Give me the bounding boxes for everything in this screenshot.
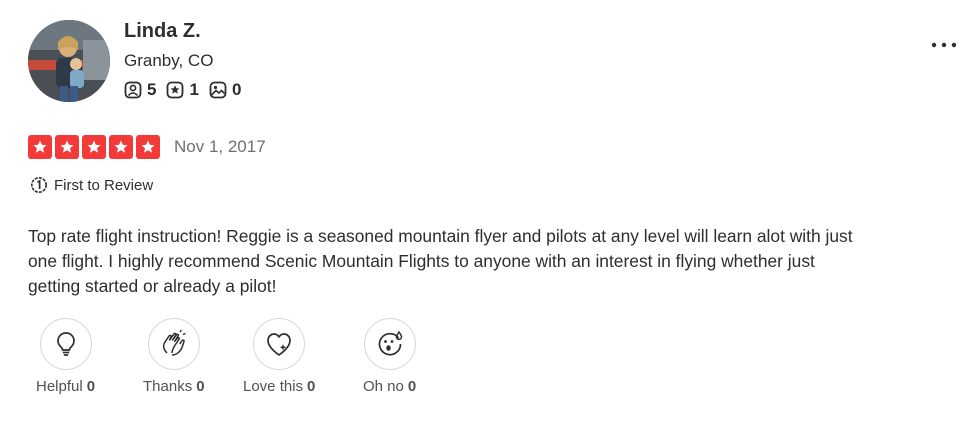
helpful-circle[interactable] bbox=[39, 318, 92, 370]
love-this-count: 0 bbox=[307, 378, 316, 395]
thanks-button[interactable]: Thanks 0 bbox=[143, 318, 205, 395]
user-location: Granby, CO bbox=[124, 51, 214, 70]
review-star-icon bbox=[167, 81, 184, 99]
love-this-text: Love this bbox=[243, 378, 304, 395]
first-review-icon bbox=[31, 177, 47, 193]
thanks-text: Thanks bbox=[143, 378, 193, 395]
star-rating bbox=[28, 135, 163, 159]
friends-stat: 5 bbox=[124, 80, 156, 100]
oh-no-text: Oh no bbox=[363, 378, 404, 395]
friends-count: 5 bbox=[147, 80, 157, 99]
oh-no-label: Oh no 0 bbox=[363, 378, 416, 395]
review-date: Nov 1, 2017 bbox=[174, 137, 266, 156]
photo-icon bbox=[209, 81, 227, 99]
rating-star bbox=[28, 135, 52, 159]
photos-stat: 0 bbox=[209, 80, 241, 100]
helpful-button[interactable]: Helpful 0 bbox=[36, 318, 95, 395]
oh-no-count: 0 bbox=[407, 378, 417, 395]
heart-icon bbox=[267, 333, 292, 356]
rating-star bbox=[82, 135, 106, 159]
oh-no-circle[interactable] bbox=[363, 318, 416, 370]
review-text: Top rate flight instruction! Reggie is a… bbox=[28, 226, 853, 296]
reviews-count: 1 bbox=[189, 80, 199, 99]
badge-label: First to Review bbox=[54, 176, 154, 194]
more-options-button[interactable] bbox=[924, 32, 964, 56]
user-avatar[interactable] bbox=[28, 20, 110, 102]
user-name[interactable]: Linda Z. bbox=[124, 20, 201, 43]
first-to-review-badge: First to Review bbox=[30, 176, 153, 194]
thanks-count: 0 bbox=[196, 378, 205, 395]
helpful-text: Helpful bbox=[36, 378, 83, 395]
photos-count: 0 bbox=[231, 80, 242, 99]
love-this-button[interactable]: Love this 0 bbox=[243, 318, 315, 395]
rating-star bbox=[109, 135, 133, 159]
thanks-label: Thanks 0 bbox=[143, 378, 205, 395]
surprised-face-icon bbox=[378, 330, 402, 356]
friends-icon bbox=[124, 81, 142, 99]
clapping-hands-icon bbox=[162, 329, 186, 356]
reviews-stat: 1 bbox=[166, 80, 199, 100]
love-this-circle[interactable] bbox=[253, 318, 306, 370]
helpful-label: Helpful 0 bbox=[36, 378, 95, 395]
rating-star bbox=[136, 135, 160, 159]
more-dots-icon bbox=[931, 42, 957, 48]
oh-no-button[interactable]: Oh no 0 bbox=[363, 318, 416, 395]
lightbulb-icon bbox=[56, 332, 75, 356]
rating-star bbox=[55, 135, 79, 159]
thanks-circle[interactable] bbox=[147, 318, 200, 370]
helpful-count: 0 bbox=[86, 378, 96, 395]
love-this-label: Love this 0 bbox=[243, 378, 315, 395]
user-stats: 5 1 0 bbox=[124, 80, 251, 100]
